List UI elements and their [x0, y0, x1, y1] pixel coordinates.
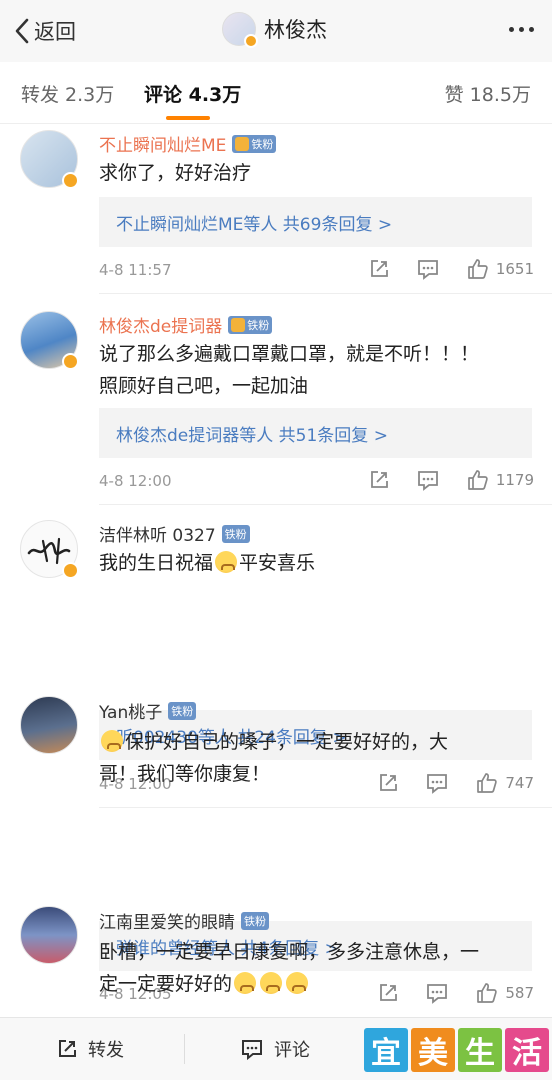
comment-author[interactable]: 林俊杰de提词器: [99, 312, 222, 337]
crying-emoji-icon: [101, 730, 123, 752]
like-count: 1179: [495, 471, 534, 489]
bottom-action-bar: 转发 评论 宜 美 生 活: [0, 1017, 552, 1080]
crown-icon: [235, 136, 250, 151]
watermark-logo: 宜 美 生 活: [364, 1028, 549, 1072]
comment-author[interactable]: 不止瞬间灿烂ME: [99, 131, 226, 156]
crying-emoji-icon: [286, 972, 309, 994]
watermark-char: 美: [411, 1028, 455, 1072]
chevron-left-icon: [15, 18, 29, 44]
like-count: 1651: [495, 260, 534, 278]
comment-button[interactable]: 评论: [240, 1036, 310, 1062]
like-button[interactable]: 1651: [466, 257, 534, 281]
divider: [99, 807, 552, 808]
comment-time: 4-8 11:57: [99, 261, 172, 279]
profile-title[interactable]: 林俊杰: [222, 12, 327, 48]
comment-text: 我的生日祝福 平安喜乐: [99, 551, 316, 574]
avatar[interactable]: [222, 12, 258, 48]
share-icon: [370, 260, 388, 277]
crying-emoji-icon: [215, 551, 238, 573]
comment-label: 评论: [274, 1040, 310, 1061]
more-options-icon[interactable]: [509, 27, 534, 32]
comment-icon: [417, 471, 438, 491]
tab-like[interactable]: 赞 18.5万: [445, 80, 531, 107]
fan-badge: 铁粉: [241, 911, 269, 930]
thumbs-up-icon: [467, 470, 488, 490]
verified-icon: [62, 172, 79, 189]
thumbs-up-icon: [467, 259, 488, 279]
divider: [184, 1034, 185, 1064]
crying-emoji-icon: [260, 972, 283, 994]
share-button[interactable]: [368, 469, 390, 491]
page-title: 林俊杰: [264, 18, 327, 42]
fan-badge: 铁粉: [221, 524, 250, 543]
like-button[interactable]: 1179: [466, 468, 534, 492]
comment-text: 说了那么多遍戴口罩戴口罩，就是不听！！！ 照顾好自己吧，一起加油: [99, 343, 480, 397]
fan-badge: 铁粉: [228, 315, 273, 334]
comment-author[interactable]: 洁伴林听 0327: [99, 521, 216, 546]
top-nav-bar: 返回 林俊杰: [0, 0, 552, 62]
tab-repost[interactable]: 转发 2.3万: [21, 80, 114, 107]
watermark-char: 生: [458, 1028, 502, 1072]
watermark-char: 活: [505, 1028, 549, 1072]
comment-icon: [242, 1040, 262, 1060]
avatar[interactable]: [20, 696, 78, 754]
back-label: 返回: [34, 20, 76, 44]
comment-text: 求你了，好好治疗: [99, 162, 252, 184]
comment-author[interactable]: Yan桃子: [99, 698, 162, 723]
crown-icon: [231, 317, 246, 332]
share-icon: [370, 471, 388, 488]
repost-button[interactable]: 转发: [56, 1036, 124, 1062]
divider: [99, 293, 552, 294]
tab-bar: 转发 2.3万 评论 4.3万 赞 18.5万: [0, 62, 552, 124]
repost-label: 转发: [88, 1040, 124, 1061]
verified-icon: [62, 353, 79, 370]
watermark-char: 宜: [364, 1028, 408, 1072]
reply-button[interactable]: [416, 469, 440, 491]
crying-emoji-icon: [234, 972, 257, 994]
back-button[interactable]: 返回: [14, 14, 76, 48]
verified-icon: [62, 562, 79, 579]
verified-icon: [244, 34, 258, 48]
active-tab-indicator: [166, 116, 210, 120]
reply-summary[interactable]: 林俊杰de提词器等人 共51条回复 >: [99, 408, 532, 458]
comment-icon: [417, 260, 438, 280]
fan-badge: 铁粉: [168, 701, 197, 720]
comment-time: 4-8 12:00: [99, 472, 172, 490]
reply-button[interactable]: [416, 258, 440, 280]
comment-text: 保护好自己的嗓子，一定要好好的，大 哥！我们等你康复！: [99, 730, 449, 785]
tab-comment[interactable]: 评论 4.3万: [144, 80, 241, 107]
comment-author[interactable]: 江南里爱笑的眼睛: [99, 908, 235, 933]
fan-badge: 铁粉: [232, 134, 277, 153]
share-button[interactable]: [368, 258, 390, 280]
avatar[interactable]: [20, 906, 78, 964]
divider: [99, 504, 552, 505]
comment-text: 卧槽，一定要早日康复啊，多多注意休息，一 定一定要好好的: [99, 941, 480, 995]
share-icon: [59, 1040, 76, 1057]
reply-summary[interactable]: 不止瞬间灿烂ME等人 共69条回复 >: [99, 197, 532, 247]
